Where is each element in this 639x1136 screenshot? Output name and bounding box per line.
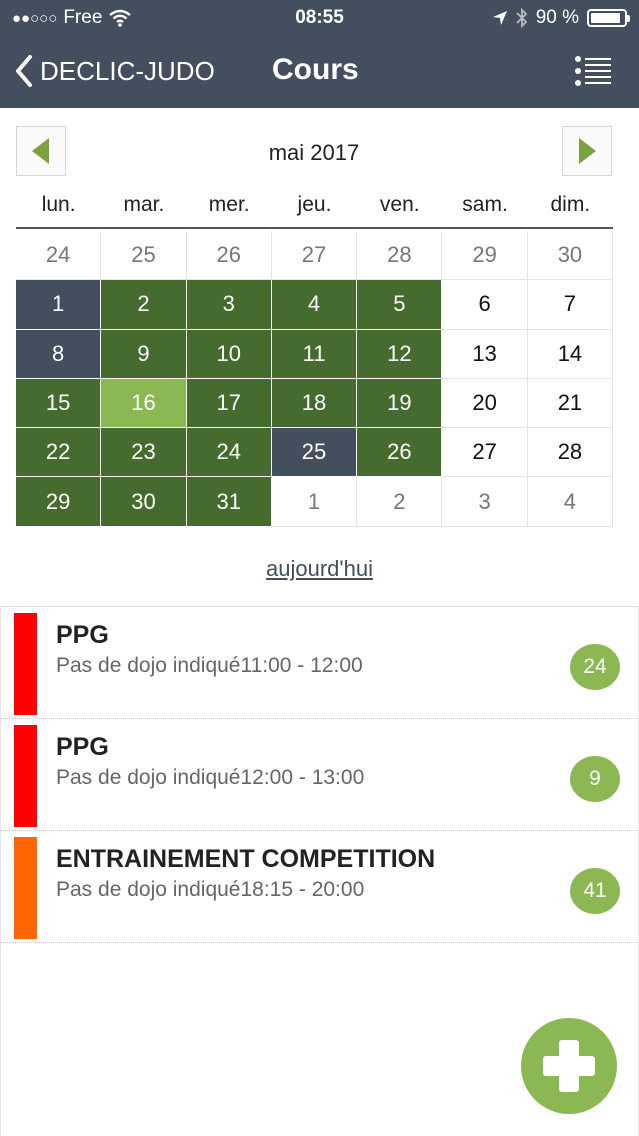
course-row[interactable]: PPG Pas de dojo indiqué11:00 - 12:00 24 [1, 607, 638, 719]
status-bar: ●●○○○ Free 08:55 90 % [0, 0, 639, 36]
participant-count-badge: 9 [570, 756, 620, 802]
calendar-day[interactable]: 29 [16, 477, 102, 527]
calendar-day[interactable]: 28 [527, 428, 614, 478]
calendar-day[interactable]: 5 [357, 280, 443, 330]
calendar-day[interactable]: 9 [101, 329, 187, 379]
calendar-day[interactable]: 10 [186, 329, 272, 379]
calendar-header: mai 2017 [16, 126, 612, 176]
calendar-day[interactable]: 26 [357, 428, 443, 478]
today-link[interactable]: aujourd'hui [0, 556, 639, 582]
calendar-day[interactable]: 18 [271, 378, 358, 429]
calendar-day[interactable]: 3 [186, 280, 272, 330]
calendar-day[interactable]: 2 [101, 280, 187, 330]
weekday-label: ven. [379, 193, 420, 216]
status-right: 90 % [492, 7, 630, 29]
calendar-day[interactable]: 26 [186, 231, 272, 281]
calendar-day[interactable]: 20 [442, 378, 528, 429]
calendar-day[interactable]: 12 [357, 329, 443, 379]
course-title: ENTRAINEMENT COMPETITION [56, 845, 436, 873]
calendar-day[interactable]: 27 [442, 428, 528, 478]
course-subtitle: Pas de dojo indiqué11:00 - 12:00 [56, 654, 363, 677]
calendar-day[interactable]: 25 [271, 428, 358, 478]
participant-count-badge: 41 [570, 868, 620, 914]
plus-icon [543, 1040, 595, 1092]
calendar-day[interactable]: 16 [101, 378, 187, 429]
battery-icon [587, 9, 630, 27]
calendar-day[interactable]: 2 [357, 477, 443, 527]
weekday-label: dim. [550, 193, 591, 216]
calendar-day[interactable]: 30 [101, 477, 187, 527]
course-color-bar [14, 613, 37, 715]
calendar-day[interactable]: 24 [186, 428, 272, 478]
calendar-day[interactable]: 8 [16, 329, 102, 379]
page-title: Cours [272, 53, 359, 86]
bluetooth-icon [516, 8, 527, 28]
weekday-row: lun. mar. mer. jeu. ven. sam. dim. [16, 193, 613, 229]
chevron-left-icon [16, 55, 32, 87]
course-color-bar [14, 725, 37, 827]
battery-fill [591, 13, 620, 23]
calendar-day[interactable]: 22 [16, 428, 102, 478]
course-title: PPG [56, 733, 109, 761]
calendar-day[interactable]: 19 [357, 378, 443, 429]
calendar-day[interactable]: 11 [271, 329, 358, 379]
course-subtitle: Pas de dojo indiqué18:15 - 20:00 [56, 878, 365, 901]
back-label: DECLIC-JUDO [40, 55, 215, 86]
calendar-day[interactable]: 23 [101, 428, 187, 478]
battery-label: 90 % [535, 7, 579, 28]
calendar-day[interactable]: 28 [357, 231, 443, 281]
calendar-day[interactable]: 7 [527, 280, 614, 330]
weekday-label: mer. [208, 193, 250, 216]
weekday-label: lun. [41, 193, 76, 216]
weekday-label: mar. [123, 193, 165, 216]
triangle-right-icon [579, 138, 596, 164]
add-course-button[interactable] [521, 1018, 617, 1114]
app-header: ●●○○○ Free 08:55 90 % DECLIC-JUDO Cours [0, 0, 639, 108]
calendar-day[interactable]: 21 [527, 378, 614, 429]
calendar-day[interactable]: 17 [186, 378, 272, 429]
calendar-day[interactable]: 30 [527, 231, 614, 281]
back-button[interactable]: DECLIC-JUDO [14, 54, 215, 88]
calendar-day[interactable]: 4 [527, 477, 614, 527]
calendar-day[interactable]: 4 [271, 280, 358, 330]
calendar-day[interactable]: 29 [442, 231, 528, 281]
weekday-label: sam. [462, 193, 508, 216]
course-color-bar [14, 837, 37, 939]
course-row[interactable]: PPG Pas de dojo indiqué12:00 - 13:00 9 [1, 719, 638, 831]
list-menu-button[interactable] [575, 56, 611, 86]
calendar-day[interactable]: 27 [271, 231, 358, 281]
weekday-label: jeu. [297, 193, 332, 216]
calendar-day[interactable]: 14 [527, 329, 614, 379]
course-title: PPG [56, 621, 109, 649]
course-row[interactable]: ENTRAINEMENT COMPETITION Pas de dojo indi… [1, 831, 638, 943]
next-month-button[interactable] [562, 126, 612, 176]
calendar-day[interactable]: 3 [442, 477, 528, 527]
list-icon [575, 56, 611, 86]
nav-bar: DECLIC-JUDO Cours [0, 36, 639, 108]
calendar-day[interactable]: 25 [101, 231, 187, 281]
participant-count-badge: 24 [570, 644, 620, 690]
calendar-day[interactable]: 24 [16, 231, 102, 281]
calendar-day[interactable]: 13 [442, 329, 528, 379]
calendar-day[interactable]: 1 [16, 280, 102, 330]
course-subtitle: Pas de dojo indiqué12:00 - 13:00 [56, 766, 365, 789]
calendar-day[interactable]: 15 [16, 378, 102, 429]
location-arrow-icon [492, 11, 507, 25]
calendar-grid: 24 25 26 27 28 29 30 1 2 3 4 5 6 7 8 9 10 11 12 13 14 15 16 17 1… [16, 231, 614, 527]
calendar-day[interactable]: 31 [186, 477, 272, 527]
calendar-day[interactable]: 6 [442, 280, 528, 330]
calendar-day[interactable]: 1 [271, 477, 358, 527]
month-label: mai 2017 [268, 140, 360, 165]
